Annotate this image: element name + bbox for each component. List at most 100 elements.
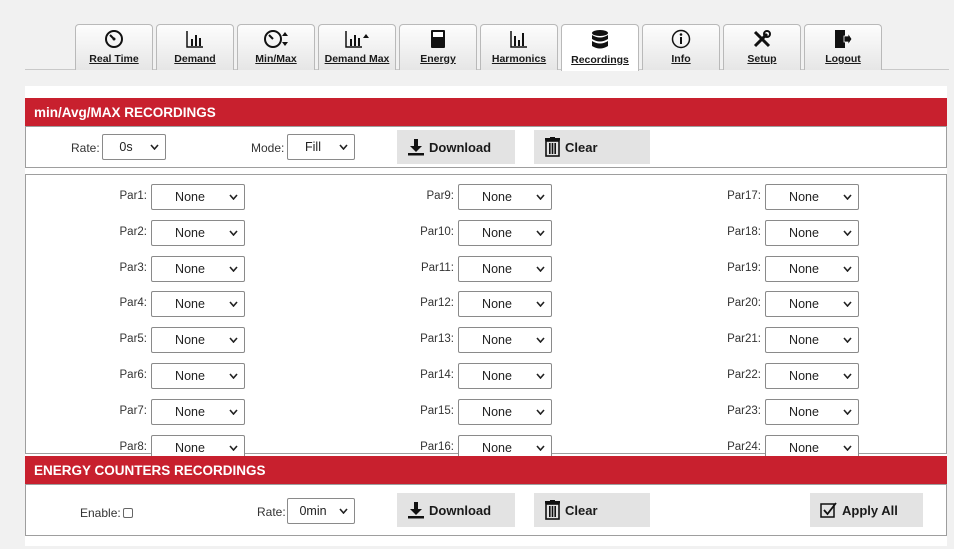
param-select[interactable]: None bbox=[765, 184, 859, 210]
chevron-down-icon bbox=[842, 335, 852, 345]
param-label: Par23: bbox=[727, 404, 761, 417]
tab-demand[interactable]: Demand bbox=[156, 24, 234, 70]
tab-harmonics[interactable]: Harmonics bbox=[480, 24, 558, 70]
param-select[interactable]: None bbox=[151, 327, 245, 354]
clear-button[interactable]: Clear bbox=[534, 130, 650, 164]
param-value: None bbox=[175, 225, 205, 240]
clear-label: Clear bbox=[565, 139, 598, 155]
param-label: Par18: bbox=[727, 225, 761, 238]
tab-info[interactable]: Info bbox=[642, 24, 720, 70]
param-select[interactable]: None bbox=[151, 219, 245, 246]
harmonics-icon bbox=[509, 28, 529, 50]
param-label: Par19: bbox=[727, 261, 761, 274]
tab-label: Real Time bbox=[89, 53, 139, 65]
param-select[interactable]: None bbox=[151, 291, 245, 318]
tab-label: Logout bbox=[825, 53, 861, 65]
energy-download-button[interactable]: Download bbox=[397, 493, 515, 527]
energy-download-label: Download bbox=[429, 502, 492, 518]
param-label: Par21: bbox=[727, 333, 761, 346]
param-select[interactable]: None bbox=[458, 327, 552, 354]
tab-real-time[interactable]: Real Time bbox=[75, 24, 153, 70]
param-value: None bbox=[789, 440, 819, 455]
chevron-down-icon bbox=[535, 407, 545, 417]
param-value: None bbox=[175, 369, 205, 383]
energy-rate-value: 0min bbox=[299, 504, 327, 518]
download-icon bbox=[407, 501, 425, 519]
param-value: None bbox=[482, 225, 512, 240]
param-select[interactable]: None bbox=[765, 398, 859, 425]
param-select[interactable]: None bbox=[458, 398, 552, 425]
chevron-down-icon bbox=[842, 264, 852, 274]
tab-demand-max[interactable]: Demand Max bbox=[318, 24, 396, 70]
param-label: Par4: bbox=[119, 297, 148, 310]
rate-label: Rate: bbox=[71, 141, 100, 155]
param-select[interactable]: None bbox=[151, 398, 245, 425]
download-button[interactable]: Download bbox=[397, 130, 515, 164]
enable-label: Enable: bbox=[80, 506, 133, 520]
apply-all-label: Apply All bbox=[842, 502, 898, 518]
param-select[interactable]: None bbox=[765, 219, 859, 246]
enable-checkbox[interactable] bbox=[122, 508, 133, 518]
tab-label: Energy bbox=[420, 53, 456, 65]
recordings-panel: min/Avg/MAX RECORDINGS Rate: 0s Mode: Fi… bbox=[25, 86, 947, 546]
param-value: None bbox=[482, 261, 512, 276]
param-select[interactable]: None bbox=[151, 255, 245, 282]
param-label: Par8: bbox=[119, 440, 148, 453]
energy-clear-label: Clear bbox=[565, 502, 598, 518]
energy-rate-label: Rate: bbox=[257, 505, 286, 519]
param-select[interactable]: None bbox=[765, 363, 859, 389]
chevron-down-icon bbox=[842, 371, 852, 381]
param-select[interactable]: None bbox=[458, 363, 552, 389]
download-icon bbox=[407, 138, 425, 156]
download-label: Download bbox=[429, 139, 492, 155]
tab-logout[interactable]: Logout bbox=[804, 24, 882, 70]
energy-clear-button[interactable]: Clear bbox=[534, 493, 650, 527]
tab-setup[interactable]: Setup bbox=[723, 24, 801, 70]
param-select[interactable]: None bbox=[765, 291, 859, 318]
rate-select[interactable]: 0s bbox=[102, 134, 166, 160]
chevron-down-icon bbox=[338, 142, 348, 152]
param-label: Par7: bbox=[119, 404, 148, 417]
tab-recordings[interactable]: Recordings bbox=[561, 24, 639, 71]
param-label: Par16: bbox=[420, 440, 454, 453]
param-label: Par22: bbox=[727, 369, 761, 381]
tools-icon bbox=[752, 28, 772, 50]
chevron-down-icon bbox=[228, 443, 238, 453]
param-select[interactable]: None bbox=[458, 219, 552, 246]
minmax-controls: Rate: 0s Mode: Fill Download Clear bbox=[25, 126, 947, 168]
energy-section-title: ENERGY COUNTERS RECORDINGS bbox=[25, 456, 947, 484]
chevron-down-icon bbox=[535, 371, 545, 381]
chevron-down-icon bbox=[149, 142, 159, 152]
param-select[interactable]: None bbox=[458, 184, 552, 210]
tab-label: Demand bbox=[174, 53, 216, 65]
param-label: Par11: bbox=[420, 261, 454, 274]
param-value: None bbox=[175, 333, 205, 348]
tab-min-max[interactable]: Min/Max bbox=[237, 24, 315, 70]
tab-energy[interactable]: Energy bbox=[399, 24, 477, 70]
param-label: Par9: bbox=[426, 190, 455, 202]
energy-rate-select[interactable]: 0min bbox=[287, 498, 355, 524]
chevron-down-icon bbox=[842, 407, 852, 417]
param-select[interactable]: None bbox=[151, 184, 245, 210]
chevron-down-icon bbox=[228, 371, 238, 381]
param-label: Par13: bbox=[420, 333, 454, 346]
param-value: None bbox=[789, 404, 819, 419]
mode-select[interactable]: Fill bbox=[287, 134, 355, 160]
param-label: Par6: bbox=[119, 369, 148, 381]
param-value: None bbox=[482, 369, 512, 383]
mode-value: Fill bbox=[305, 140, 321, 154]
bar-chart-icon bbox=[185, 28, 205, 50]
param-select[interactable]: None bbox=[151, 363, 245, 389]
param-value: None bbox=[789, 225, 819, 240]
param-label: Par15: bbox=[420, 404, 454, 417]
param-select[interactable]: None bbox=[458, 255, 552, 282]
param-value: None bbox=[482, 190, 512, 204]
page: Real Time Demand Min/Max Demand Max Ener… bbox=[0, 0, 954, 549]
chevron-down-icon bbox=[535, 335, 545, 345]
apply-all-button[interactable]: Apply All bbox=[810, 493, 923, 527]
param-select[interactable]: None bbox=[765, 255, 859, 282]
param-select[interactable]: None bbox=[765, 327, 859, 354]
param-value: None bbox=[482, 333, 512, 348]
param-select[interactable]: None bbox=[458, 291, 552, 318]
rate-value: 0s bbox=[119, 140, 133, 154]
